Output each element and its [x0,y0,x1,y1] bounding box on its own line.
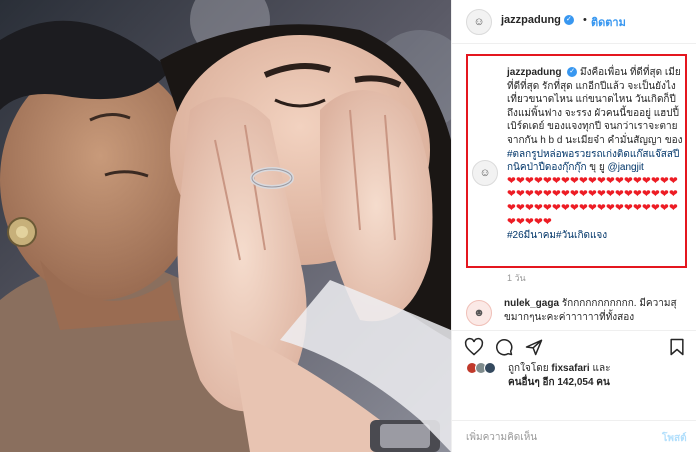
share-icon[interactable] [524,337,544,357]
header-separator: • [583,14,587,26]
caption-verified-badge-icon: ✓ [567,67,578,78]
post-photo[interactable] [0,0,451,452]
post-header: ☺ jazzpadung ✓ • ติดตาม [452,0,696,44]
post-caption: jazzpadung ✓ มึงคือเพื่อน ที่ดีที่สุด เม… [507,66,684,243]
likes-unit: คน [596,377,610,388]
likes-line-1: ถูกใจโดย fixsafari และ [508,362,610,376]
comment-icon[interactable] [494,337,514,357]
post-comment-button[interactable]: โพสต์ [662,431,687,446]
heart-icon[interactable] [464,337,484,357]
verified-badge-icon: ✓ [563,15,574,26]
comment-item: nulek_gaga รักกกกกกกกกกก. มีความสุขมากๆน… [504,297,687,324]
liker-avatar-3 [484,362,496,374]
bookmark-icon[interactable] [667,337,687,357]
author-username[interactable]: jazzpadung [501,14,561,26]
caption-mention-prefix: ขุ ยู [589,162,605,174]
caption-hearts: ❤❤❤❤❤❤❤❤❤❤❤❤❤❤❤❤❤❤❤❤❤❤❤❤❤❤❤❤❤❤❤❤❤❤❤❤❤❤❤❤… [507,174,678,228]
action-bar [452,330,696,360]
caption-hashtag-2[interactable]: #26มีนาคม#วันเกิดแจง [507,230,607,241]
caption-text: มึงคือเพื่อน ที่ดีที่สุด เมียที่ดีที่สุด… [507,67,683,146]
commenter-avatar-image: ☻ [473,306,485,319]
likes-others-prefix: คนอื่นๆ อีก [508,377,555,388]
follow-button[interactable]: ติดตาม [591,13,626,31]
likes-user[interactable]: fixsafari [551,363,589,374]
caption-username[interactable]: jazzpadung [507,67,561,78]
likes-connector: และ [592,363,611,374]
comment-bar: โพสต์ [452,420,696,452]
caption-timestamp[interactable]: 1 วัน [507,271,526,285]
commenter-avatar[interactable]: ☻ [466,300,492,326]
author-avatar-image: ☺ [473,15,485,28]
caption-mention[interactable]: @jangjit [608,162,644,173]
caption-author-avatar[interactable]: ☺ [472,160,498,186]
likes-summary: ถูกใจโดย fixsafari และ คนอื่นๆ อีก 142,0… [466,360,691,400]
comment-username[interactable]: nulek_gaga [504,298,559,309]
author-username-row: jazzpadung ✓ [501,14,574,26]
caption-avatar-image: ☺ [479,166,491,179]
likes-prefix: ถูกใจโดย [508,363,549,374]
add-comment-input[interactable] [466,429,636,445]
author-avatar[interactable]: ☺ [466,9,492,35]
likes-count: 142,054 [557,377,594,388]
likes-line-2[interactable]: คนอื่นๆ อีก 142,054 คน [508,376,610,390]
couple-photo-illustration [0,0,451,452]
post-sidebar: ☺ jazzpadung ✓ • ติดตาม ☺ jazzpadung ✓ มึ… [451,0,696,452]
